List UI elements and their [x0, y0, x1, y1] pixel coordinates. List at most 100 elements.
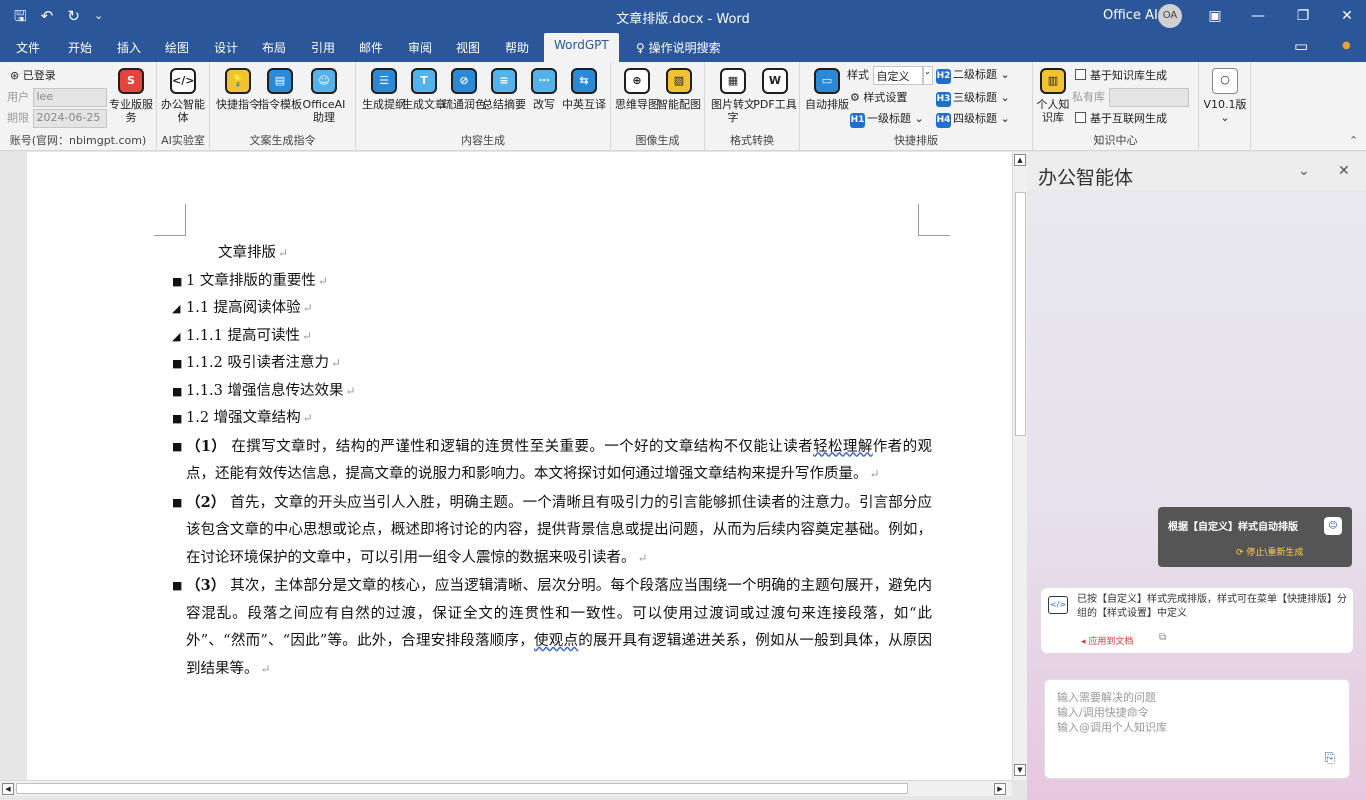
- tab-design[interactable]: 设计: [214, 39, 238, 56]
- chat-input-placeholder: 输入需要解决的问题 输入/调用快捷命令 输入@调用个人知识库: [1057, 691, 1167, 734]
- tab-insert[interactable]: 插入: [117, 39, 141, 56]
- mindmap-button[interactable]: ⊕ 思维导图: [615, 66, 659, 111]
- tab-layout[interactable]: 布局: [262, 39, 286, 56]
- command-template-button[interactable]: ▤ 指令模板: [258, 66, 302, 111]
- scroll-left-icon[interactable]: ◀: [2, 783, 14, 795]
- group-image-generation: ⊕ 思维导图 ▨ 智能配图 图像生成: [611, 62, 705, 151]
- group-label-ai-lab: AI实验室: [161, 134, 205, 147]
- apply-to-document-button[interactable]: ◂ 应用到文档: [1081, 634, 1133, 647]
- user-field[interactable]: lee: [32, 88, 107, 107]
- group-account: ⊛ 已登录 用户 lee 期限 2024-06-25 S 专业版服务 账号(官网：…: [0, 62, 157, 151]
- tab-file[interactable]: 文件: [16, 39, 40, 56]
- ribbon-display-button[interactable]: ▣: [1200, 5, 1230, 27]
- heading1-button[interactable]: H1 一级标题 ⌄: [850, 110, 924, 128]
- send-icon[interactable]: ⎘: [1325, 751, 1335, 766]
- personal-kb-button[interactable]: ▥ 个人知识库: [1033, 66, 1073, 124]
- office-agent-pane: 办公智能体 ⌄ ✕ 根据【自定义】样式自动排版 ☺ ⟳ 停止\重新生成 </> …: [1027, 152, 1366, 800]
- pdf-tools-button[interactable]: W PDF工具: [753, 66, 797, 111]
- bullet-icon: ■: [172, 384, 183, 398]
- checkbox-icon: [1075, 69, 1086, 80]
- h2-icon: H2: [936, 69, 951, 84]
- code-icon: </>: [170, 68, 196, 94]
- kb-generate-checkbox[interactable]: 基于知识库生成: [1075, 67, 1167, 83]
- ribbon-tabs: 文件 开始 插入 绘图 设计 布局 引用 邮件 审阅 视图 帮助 WordGPT…: [0, 32, 1366, 62]
- polish-button[interactable]: ⊘ 疏通润色: [442, 66, 486, 111]
- login-status[interactable]: ⊛ 已登录: [10, 67, 56, 83]
- heading3-button[interactable]: H3 三级标题 ⌄: [936, 89, 1010, 107]
- paragraph-2: ■ （2） 首先，文章的开头应当引人入胜，明确主题。一个清晰且有吸引力的引言能够抓…: [172, 489, 932, 573]
- style-select[interactable]: 自定义: [872, 66, 923, 85]
- tab-mailings[interactable]: 邮件: [359, 39, 383, 56]
- translate-button[interactable]: ⇆ 中英互译: [562, 66, 606, 111]
- private-kb-row: 私有库: [1072, 88, 1189, 107]
- avatar[interactable]: OA: [1158, 4, 1182, 28]
- collapse-ribbon-icon[interactable]: ⌃: [1349, 134, 1358, 147]
- lightbulb-icon: ♀: [636, 41, 649, 55]
- heading-1-1-3: ■ 1.1.3 增强信息传达效果 ↵: [172, 378, 932, 406]
- bullet-icon: ■: [172, 495, 183, 509]
- collapse-arrow-icon[interactable]: ◢: [172, 323, 180, 351]
- notification-dot-icon: ●: [1342, 40, 1351, 51]
- collapse-arrow-icon[interactable]: ◢: [172, 295, 180, 323]
- rewrite-button[interactable]: ⋯ 改写: [522, 66, 566, 111]
- horizontal-scroll-thumb[interactable]: [16, 783, 908, 794]
- chat-bot-icon: ☺: [311, 68, 337, 94]
- close-button[interactable]: ✕: [1332, 5, 1362, 27]
- tell-me-search[interactable]: ♀ 操作说明搜索: [636, 39, 721, 56]
- group-content-generation: ☰ 生成提纲 T 生成文章 ⊘ 疏通润色 ≡ 总结摘要 ⋯ 改写 ⇆ 中英互译 内容生成: [356, 62, 611, 151]
- summary-icon: ≡: [491, 68, 517, 94]
- tab-view[interactable]: 视图: [456, 39, 480, 56]
- auto-layout-button[interactable]: ▭ 自动排版: [804, 66, 850, 111]
- chevron-down-icon[interactable]: ⌄: [1298, 163, 1310, 179]
- heading4-button[interactable]: H4 四级标题 ⌄: [936, 110, 1010, 128]
- tab-help[interactable]: 帮助: [505, 39, 529, 56]
- tab-review[interactable]: 审阅: [408, 39, 432, 56]
- copy-icon[interactable]: ⧉: [1159, 632, 1166, 643]
- style-settings-button[interactable]: ⚙ 样式设置: [850, 89, 907, 105]
- web-generate-checkbox[interactable]: 基于互联网生成: [1075, 110, 1167, 126]
- vertical-scrollbar[interactable]: ▲ ▼: [1012, 152, 1027, 780]
- bullet-icon: ■: [172, 412, 183, 425]
- summary-button[interactable]: ≡ 总结摘要: [482, 66, 526, 111]
- stop-regenerate-button[interactable]: ⟳ 停止\重新生成: [1236, 545, 1303, 558]
- image-icon: ▨: [666, 68, 692, 94]
- tab-wordgpt[interactable]: WordGPT: [544, 33, 619, 62]
- tab-home[interactable]: 开始: [68, 39, 92, 56]
- scroll-down-icon[interactable]: ▼: [1014, 764, 1026, 776]
- officeai-assistant-button[interactable]: ☺ OfficeAI助理: [300, 66, 348, 124]
- style-dropdown-icon[interactable]: ⌄: [922, 66, 933, 85]
- scroll-right-icon[interactable]: ▶: [994, 783, 1006, 795]
- quick-command-button[interactable]: 💡 快捷指令: [216, 66, 260, 111]
- pro-service-button[interactable]: S 专业版服务: [109, 66, 153, 124]
- paragraph-1: ■ （1） 在撰写文章时，结构的严谨性和逻辑的连贯性至关重要。一个好的文章结构不仅…: [172, 433, 932, 489]
- generate-article-button[interactable]: T 生成文章: [402, 66, 446, 111]
- document-body[interactable]: 文章排版 ↵ ■ 1 文章排版的重要性 ↵ ◢ 1.1 提高阅读体验 ↵ ◢ 1.1.1 提…: [172, 240, 932, 683]
- comment-icon[interactable]: ▭: [1294, 37, 1308, 55]
- tell-me-label: 操作说明搜索: [648, 41, 721, 55]
- private-kb-select[interactable]: [1108, 88, 1189, 107]
- vertical-scroll-thumb[interactable]: [1015, 192, 1026, 436]
- office-agent-button[interactable]: </> 办公智能体: [161, 66, 205, 124]
- restore-button[interactable]: ❐: [1288, 5, 1318, 27]
- checkbox-icon: [1075, 112, 1086, 123]
- document-page[interactable]: 文章排版 ↵ ■ 1 文章排版的重要性 ↵ ◢ 1.1 提高阅读体验 ↵ ◢ 1.1.1 提…: [27, 152, 1012, 780]
- version-button[interactable]: ○ V10.1版 ⌄: [1203, 66, 1247, 124]
- scroll-up-icon[interactable]: ▲: [1014, 154, 1026, 166]
- group-quick-layout: ▭ 自动排版 样式 自定义 ⌄ ⚙ 样式设置 H1 一级标题 ⌄ H2 二级标题 ⌄ H…: [800, 62, 1033, 151]
- generate-outline-button[interactable]: ☰ 生成提纲: [362, 66, 406, 111]
- text-icon: T: [411, 68, 437, 94]
- tab-draw[interactable]: 绘图: [165, 39, 189, 56]
- document-title: 文章排版 ↵: [218, 245, 289, 261]
- close-icon[interactable]: ✕: [1338, 163, 1350, 179]
- minimize-button[interactable]: —: [1243, 5, 1273, 27]
- ribbon: ⊛ 已登录 用户 lee 期限 2024-06-25 S 专业版服务 账号(官网：…: [0, 62, 1366, 151]
- image-to-text-button[interactable]: ▦ 图片转文字: [711, 66, 755, 124]
- heading-1-1-1: ◢ 1.1.1 提高可读性 ↵: [172, 323, 932, 351]
- horizontal-scrollbar[interactable]: ◀ ▶: [0, 780, 1012, 796]
- tab-references[interactable]: 引用: [311, 39, 335, 56]
- heading2-button[interactable]: H2 二级标题 ⌄: [936, 66, 1010, 84]
- account-name[interactable]: Office AI: [1103, 8, 1158, 23]
- chat-input[interactable]: 输入需要解决的问题 输入/调用快捷命令 输入@调用个人知识库 ⎘: [1044, 679, 1350, 779]
- lightbulb-icon: 💡: [225, 68, 251, 94]
- smart-image-button[interactable]: ▨ 智能配图: [657, 66, 701, 111]
